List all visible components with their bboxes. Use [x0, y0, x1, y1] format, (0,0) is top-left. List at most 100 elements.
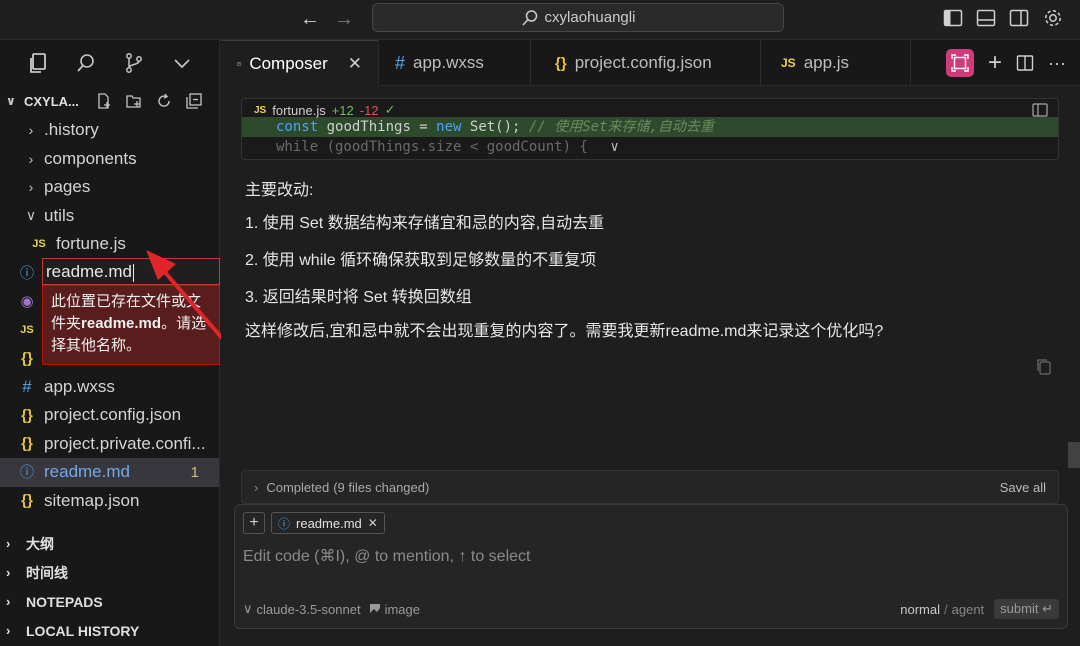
toggle-primary-sidebar-icon[interactable] — [942, 7, 964, 29]
javascript-file-icon: JS — [254, 104, 267, 116]
chevron-right-icon: › — [6, 565, 11, 580]
section-notepads[interactable]: › NOTEPADS — [0, 587, 219, 616]
text-cursor — [132, 263, 134, 282]
chevron-down-icon: ∨ — [243, 601, 253, 616]
command-center-search[interactable]: cxylaohuangli — [372, 3, 784, 32]
composer-maximize-icon[interactable] — [946, 49, 974, 77]
mode-normal[interactable]: normal — [900, 602, 940, 617]
tree-item-readme-md[interactable]: ⓘ readme.md 1 — [0, 458, 219, 487]
code-line-added: const goodThings = new Set(); // 使用Set来存… — [242, 117, 1058, 137]
tree-item-components[interactable]: › components — [0, 145, 219, 174]
image-icon — [369, 604, 380, 614]
workspace-name: cxylaohuangli — [544, 9, 636, 26]
toggle-secondary-sidebar-icon[interactable] — [1008, 7, 1030, 29]
json-file-icon: {} — [555, 54, 567, 72]
collapse-all-icon[interactable] — [185, 92, 203, 110]
more-actions-icon[interactable]: ··· — [1048, 53, 1066, 74]
copy-icon[interactable] — [1036, 358, 1052, 376]
message-closing: 这样修改后,宜和忌中就不会出现重复的内容了。需要我更新readme.md来记录这… — [245, 323, 884, 340]
json-file-icon: {} — [21, 406, 33, 424]
tree-item-utils[interactable]: ∨ utils — [0, 202, 219, 231]
tree-item-project-config-json[interactable]: {} project.config.json — [0, 401, 219, 430]
mode-separator: / — [944, 601, 948, 617]
refresh-icon[interactable] — [155, 92, 173, 110]
javascript-file-icon: JS — [20, 323, 34, 336]
chevron-down-icon: ∨ — [6, 94, 16, 108]
chevron-right-icon: › — [28, 122, 34, 139]
tree-item-pages[interactable]: › pages — [0, 173, 219, 202]
section-local-history[interactable]: › LOCAL HISTORY — [0, 616, 219, 645]
split-editor-icon[interactable] — [1016, 54, 1034, 72]
tab-project-config-json[interactable]: {} project.config.json — [531, 40, 761, 86]
files-explorer-icon[interactable] — [26, 51, 50, 75]
source-control-icon[interactable] — [122, 51, 146, 75]
back-arrow-icon[interactable]: ← — [297, 6, 323, 32]
problem-count-badge: 1 — [190, 463, 199, 481]
completed-status-bar[interactable]: › Completed (9 files changed) Save all — [241, 470, 1059, 504]
settings-gear-icon[interactable] — [1042, 7, 1064, 29]
files-changed-count: (9 files changed) — [333, 479, 430, 495]
tab-composer[interactable]: Composer ✕ — [221, 40, 379, 86]
section-outline[interactable]: › 大纲 — [0, 529, 219, 558]
tree-item-project-private-config[interactable]: {} project.private.confi... — [0, 430, 219, 459]
tab-app-js[interactable]: JS app.js — [761, 40, 911, 86]
scrollbar-thumb[interactable] — [1068, 442, 1080, 468]
json-file-icon: {} — [21, 435, 33, 453]
toggle-panel-icon[interactable] — [975, 7, 997, 29]
lines-added: +12 — [331, 102, 354, 118]
new-folder-icon[interactable] — [125, 92, 143, 110]
forward-arrow-icon[interactable]: → — [331, 6, 357, 32]
message-heading: 主要改动: — [245, 182, 314, 199]
model-selector[interactable]: claude-3.5-sonnet — [257, 602, 361, 617]
chevron-right-icon: › — [28, 150, 34, 167]
json-file-icon: {} — [21, 349, 33, 367]
search-icon[interactable] — [74, 51, 98, 75]
code-diff-card: JS fortune.js +12 -12 ✓ const goodThings… — [241, 98, 1059, 160]
add-context-plus-icon[interactable]: + — [243, 512, 265, 534]
chevron-right-icon: › — [6, 536, 11, 551]
submit-button[interactable]: submit ↵ — [994, 599, 1059, 619]
composer-text-input[interactable]: Edit code (⌘I), @ to mention, ↑ to selec… — [243, 546, 530, 566]
message-item: 2. 使用 while 循环确保获取到足够数量的不重复项 — [245, 252, 597, 269]
new-composer-plus-icon[interactable]: + — [988, 51, 1002, 75]
section-timeline[interactable]: › 时间线 — [0, 558, 219, 587]
javascript-file-icon: JS — [32, 238, 46, 251]
context-file-chip[interactable]: ⓘ readme.md ✕ — [271, 512, 385, 534]
tree-item-sitemap-json[interactable]: {} sitemap.json — [0, 487, 219, 516]
enter-key-icon: ↵ — [1042, 601, 1053, 616]
explorer-title: CXYLA... — [24, 93, 79, 109]
diff-file-name: fortune.js — [272, 102, 326, 118]
mode-agent[interactable]: agent — [952, 602, 985, 617]
editor-area: Composer ✕ # app.wxss {} project.config.… — [221, 40, 1080, 646]
javascript-file-icon: JS — [781, 56, 796, 70]
composer-file-icon — [237, 61, 241, 66]
config-file-icon: ◉ — [20, 293, 34, 311]
info-file-icon: ⓘ — [20, 464, 34, 481]
info-file-icon: ⓘ — [20, 264, 34, 281]
open-in-editor-icon[interactable] — [1032, 103, 1048, 117]
message-item: 3. 返回结果时将 Set 转换回数组 — [245, 289, 472, 306]
chevron-down-icon: ∨ — [25, 207, 37, 224]
expand-chevron-down-icon[interactable]: ∨ — [610, 139, 618, 155]
completed-label: Completed — [266, 479, 330, 495]
stylesheet-hash-icon: # — [395, 52, 406, 73]
image-attach-button[interactable]: image — [385, 602, 420, 617]
title-bar: ← → cxylaohuangli — [0, 0, 1080, 40]
code-line-context: while (goodThings.size < goodCount) { ∨ — [276, 139, 619, 155]
chevron-right-icon: › — [6, 594, 11, 609]
lines-removed: -12 — [359, 102, 379, 118]
explorer-header[interactable]: ∨ CXYLA... — [0, 86, 219, 116]
chevron-right-icon: › — [28, 179, 34, 196]
composer-input-box: + ⓘ readme.md ✕ Edit code (⌘I), @ to men… — [234, 504, 1068, 629]
save-all-button[interactable]: Save all — [1000, 480, 1046, 495]
new-file-icon[interactable] — [95, 92, 113, 110]
applied-check-icon: ✓ — [384, 102, 396, 117]
tab-bar: Composer ✕ # app.wxss {} project.config.… — [221, 40, 1080, 86]
tab-app-wxss[interactable]: # app.wxss — [379, 40, 531, 86]
activity-bar — [0, 40, 219, 86]
more-views-chevron-down-icon[interactable] — [170, 51, 194, 75]
tree-item-history[interactable]: › .history — [0, 116, 219, 145]
close-icon[interactable]: ✕ — [368, 516, 378, 530]
close-icon[interactable]: ✕ — [348, 54, 362, 74]
search-icon — [521, 9, 537, 26]
